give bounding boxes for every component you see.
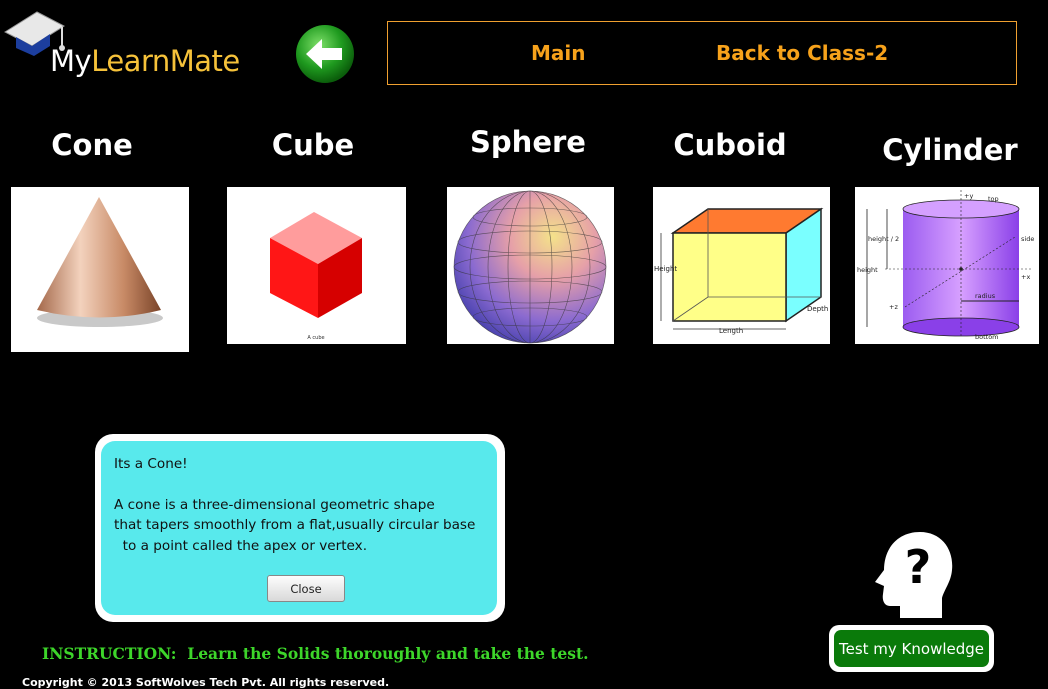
cuboid-height-label: Height [654, 265, 677, 273]
cylinder-x-axis-label: +x [1021, 273, 1030, 281]
nav-back-to-class-link[interactable]: Back to Class-2 [716, 41, 888, 65]
cylinder-y-axis-label: +y [964, 192, 973, 200]
info-dialog-line-3: to a point called the apex or vertex. [114, 537, 368, 554]
question-head-icon: ? [870, 528, 956, 620]
cylinder-radius-label: radius [975, 292, 996, 300]
cylinder-bottom-label: bottom [975, 333, 999, 341]
cone-image[interactable] [11, 187, 189, 352]
cylinder-height-half-label: height / 2 [868, 235, 899, 243]
back-arrow-button[interactable] [295, 24, 355, 84]
sphere-image[interactable] [447, 187, 614, 344]
instruction-text: INSTRUCTION: Learn the Solids thoroughly… [42, 644, 589, 663]
shape-title-cuboid: Cuboid [673, 128, 787, 162]
cylinder-z-axis-label: +z [889, 303, 898, 311]
cube-image[interactable]: A cube [227, 187, 406, 344]
cylinder-top-label: top [988, 195, 999, 203]
back-arrow-icon [296, 25, 354, 83]
shape-title-sphere: Sphere [470, 125, 586, 159]
close-button[interactable]: Close [267, 575, 345, 602]
shape-title-cylinder: Cylinder [882, 133, 1018, 167]
info-dialog-text: Its a Cone! A cone is a three-dimensiona… [114, 454, 494, 556]
cuboid-depth-label: Depth [807, 305, 828, 313]
cylinder-side-label: side [1021, 235, 1034, 243]
info-dialog-heading: Its a Cone! [114, 456, 188, 472]
info-dialog-line-1: A cone is a three-dimensional geometric … [114, 496, 435, 513]
shape-title-cone: Cone [51, 128, 133, 162]
cylinder-image[interactable]: +y top side height / 2 height +x +z radi… [855, 187, 1039, 344]
cylinder-height-label: height [857, 266, 878, 274]
brand-name: MyLearnMate [50, 44, 240, 78]
info-dialog-line-2: that tapers smoothly from a flat,usually… [114, 517, 476, 533]
cube-caption: A cube [307, 335, 324, 341]
nav-box: Main Back to Class-2 [387, 21, 1017, 85]
test-my-knowledge-label: Test my Knowledge [834, 630, 989, 667]
cuboid-image[interactable]: Height Length Depth [653, 187, 830, 344]
svg-text:?: ? [905, 540, 932, 594]
info-dialog-body: Its a Cone! A cone is a three-dimensiona… [101, 441, 497, 615]
shape-title-cube: Cube [271, 128, 355, 162]
cuboid-length-label: Length [719, 327, 743, 335]
test-my-knowledge-button[interactable]: Test my Knowledge [829, 625, 994, 672]
info-dialog: Its a Cone! A cone is a three-dimensiona… [95, 434, 505, 622]
app-logo: MyLearnMate [0, 0, 250, 95]
nav-main-link[interactable]: Main [531, 41, 586, 65]
